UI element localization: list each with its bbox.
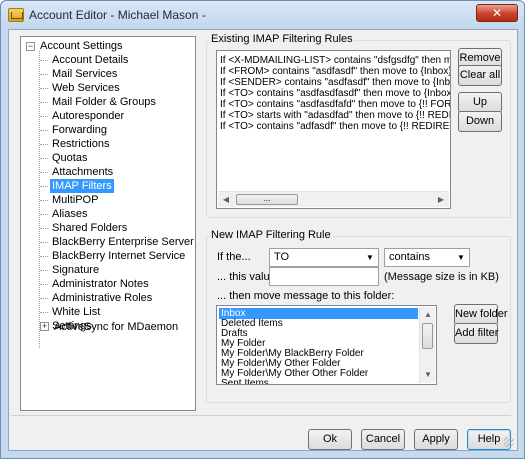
tree-item-autoresponder[interactable]: Autoresponder [50, 109, 126, 123]
header-select[interactable]: TO ▼ [269, 248, 379, 267]
tree-item-blackberry-internet-service[interactable]: BlackBerry Internet Service [50, 249, 187, 263]
clear-all-button[interactable]: Clear all [458, 65, 502, 86]
chevron-down-icon[interactable]: ▼ [362, 249, 378, 266]
tree-connector-dash [40, 284, 48, 285]
tree-item-aliases[interactable]: Aliases [50, 207, 89, 221]
tree-connector-dash [40, 298, 48, 299]
tree-connector-dash [40, 130, 48, 131]
up-button[interactable]: Up [458, 92, 502, 113]
tree-connector-dash [40, 242, 48, 243]
folder-list[interactable]: Inbox Deleted Items Drafts My Folder My Fold… [216, 305, 437, 385]
move-to-folder-label: ... then move message to this folder: [217, 290, 395, 302]
close-button[interactable]: ✕ [476, 4, 518, 22]
rule-item[interactable]: If <TO> contains "adfasdf" then move to … [220, 121, 450, 132]
tree-item-multipop[interactable]: MultiPOP [50, 193, 100, 207]
tree-item-activesync[interactable]: ActiveSync for MDaemon [52, 320, 180, 334]
close-icon: ✕ [491, 6, 503, 20]
tree-connector-dash [40, 88, 48, 89]
tree-connector-dash [40, 144, 48, 145]
folder-scroll-thumb[interactable] [422, 323, 433, 349]
existing-rules-list[interactable]: If <X-MDMAILING-LIST> contains "dsfgsdfg… [216, 50, 451, 209]
tree-connector-dash [40, 256, 48, 257]
resize-grip[interactable] [504, 437, 514, 447]
operator-select[interactable]: contains ▼ [384, 248, 470, 267]
tree-root-account-settings[interactable]: Account Settings [38, 39, 125, 53]
tree-item-administrative-roles[interactable]: Administrative Roles [50, 291, 154, 305]
tree-connector-dash [40, 270, 48, 271]
window-title: Account Editor - Michael Mason - [29, 8, 206, 22]
new-rule-label: New IMAP Filtering Rule [209, 229, 333, 241]
tree-item-quotas[interactable]: Quotas [50, 151, 89, 165]
tree-item-web-services[interactable]: Web Services [50, 81, 122, 95]
tree-item-signature[interactable]: Signature [50, 263, 101, 277]
tree-connector-dash [40, 200, 48, 201]
chevron-down-icon[interactable]: ▼ [453, 249, 469, 266]
existing-rules-label: Existing IMAP Filtering Rules [209, 33, 355, 45]
cancel-button[interactable]: Cancel [361, 429, 405, 450]
if-the-label: If the... [217, 251, 251, 263]
tree-connector-dash [40, 74, 48, 75]
apply-button[interactable]: Apply [414, 429, 458, 450]
tree-connector-dash [40, 228, 48, 229]
tree-item-forwarding[interactable]: Forwarding [50, 123, 109, 137]
folder-item[interactable]: Sent Items [219, 378, 271, 384]
ok-button[interactable]: Ok [308, 429, 352, 450]
tree-item-administrator-notes[interactable]: Administrator Notes [50, 277, 151, 291]
rule-item[interactable]: If <X-MDMAILING-LIST> contains "dsfgsdfg… [220, 55, 450, 66]
this-value-input[interactable] [269, 267, 379, 286]
operator-select-value: contains [389, 251, 430, 263]
mdaemon-app-icon [8, 8, 24, 22]
tree-item-shared-folders[interactable]: Shared Folders [50, 221, 129, 235]
title-bar[interactable]: Account Editor - Michael Mason - ✕ [1, 1, 524, 29]
account-editor-window: Account Editor - Michael Mason - ✕ − Acc… [0, 0, 525, 459]
scroll-left-icon[interactable]: ◀ [218, 192, 234, 208]
tree-item-imap-filters[interactable]: IMAP Filters [50, 179, 114, 193]
rule-item[interactable]: If <SENDER> contains "asdfasdf" then mov… [220, 77, 450, 88]
tree-connector-dash [40, 158, 48, 159]
add-filter-button[interactable]: Add filter [454, 323, 498, 344]
collapse-icon[interactable]: − [26, 42, 35, 51]
tree-item-white-list[interactable]: White List [50, 305, 102, 319]
tree-connector-dash [40, 116, 48, 117]
scroll-down-icon[interactable]: ▼ [420, 367, 436, 383]
scroll-right-icon[interactable]: ▶ [433, 192, 449, 208]
tree-item-mail-services[interactable]: Mail Services [50, 67, 119, 81]
folder-vertical-scrollbar[interactable]: ▲ ▼ [419, 307, 435, 383]
tree-item-attachments[interactable]: Attachments [50, 165, 115, 179]
tree-connector-dash [40, 186, 48, 187]
tree-connector-dash [40, 214, 48, 215]
rules-scroll-thumb[interactable]: ... [236, 194, 298, 205]
new-folder-button[interactable]: New folder [454, 304, 508, 325]
down-button[interactable]: Down [458, 111, 502, 132]
rule-item[interactable]: If <TO> contains "asdfasdfafd" then move… [220, 99, 450, 110]
tree-item-account-details[interactable]: Account Details [50, 53, 130, 67]
header-select-value: TO [274, 251, 290, 263]
tree-connector-dash [40, 60, 48, 61]
scroll-up-icon[interactable]: ▲ [420, 307, 436, 323]
rule-item[interactable]: If <TO> contains "asdfasdfasdf" then mov… [220, 88, 450, 99]
rule-item[interactable]: If <FROM> contains "asdfasdf" then move … [220, 66, 450, 77]
rule-item[interactable]: If <TO> starts with "adasdfad" then move… [220, 110, 450, 121]
tree-connector-dash [40, 102, 48, 103]
settings-tree[interactable]: − Account Settings Account Details Mail S… [20, 36, 196, 411]
tree-connector-dash [40, 312, 48, 313]
expand-icon[interactable]: + [40, 322, 49, 331]
footer-divider [11, 415, 511, 416]
tree-connector-dash [40, 172, 48, 173]
tree-item-blackberry-enterprise-server[interactable]: BlackBerry Enterprise Server [50, 235, 195, 249]
rules-horizontal-scrollbar[interactable]: ◀ ... ▶ [218, 191, 449, 207]
tree-item-restrictions[interactable]: Restrictions [50, 137, 111, 151]
tree-item-mail-folder-groups[interactable]: Mail Folder & Groups [50, 95, 158, 109]
size-note: (Message size is in KB) [384, 271, 499, 283]
